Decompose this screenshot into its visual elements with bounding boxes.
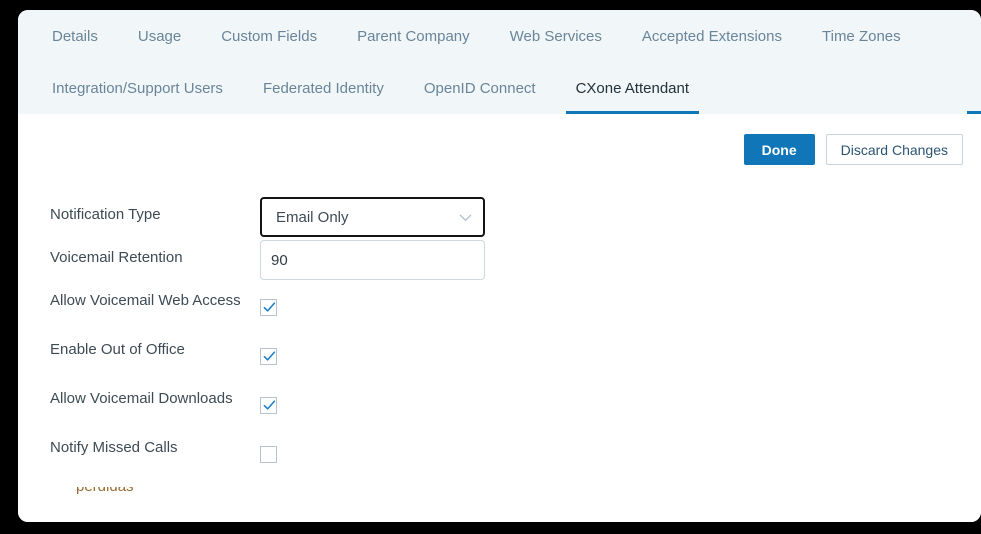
check-icon	[263, 400, 276, 410]
voicemail-retention-label: Voicemail Retention	[50, 249, 183, 266]
check-icon	[263, 351, 276, 361]
notification-type-select[interactable]: Email Only	[260, 197, 485, 237]
tab-row-secondary: Integration/Support Users Federated Iden…	[18, 62, 981, 114]
tab-label: Integration/Support Users	[52, 79, 223, 97]
tab-openid-connect[interactable]: OpenID Connect	[404, 62, 556, 114]
check-icon	[263, 302, 276, 312]
tab-row-primary: Details Usage Custom Fields Parent Compa…	[18, 10, 981, 62]
clipped-overflow-text: perdidas	[76, 487, 134, 498]
tab-parent-company[interactable]: Parent Company	[337, 10, 490, 62]
notify-missed-calls-label: Notify Missed Calls	[50, 439, 178, 456]
tab-label: Time Zones	[822, 27, 901, 45]
tab-label: Federated Identity	[262, 79, 384, 97]
tab-cxone-attendant[interactable]: CXone Attendant	[556, 62, 709, 114]
allow-voicemail-web-access-label: Allow Voicemail Web Access	[50, 292, 241, 309]
enable-out-of-office-control	[260, 348, 277, 365]
tab-label: Details	[52, 27, 98, 45]
tab-bar: Details Usage Custom Fields Parent Compa…	[18, 10, 981, 115]
allow-voicemail-web-access-checkbox[interactable]	[260, 299, 277, 316]
discard-changes-button[interactable]: Discard Changes	[825, 134, 963, 165]
notification-type-control: Email Only	[260, 197, 485, 237]
enable-out-of-office-checkbox[interactable]	[260, 348, 277, 365]
voicemail-retention-control: 90	[260, 240, 485, 280]
tab-details[interactable]: Details	[32, 10, 118, 62]
tab-label: Accepted Extensions	[641, 27, 782, 45]
tab-accepted-extensions[interactable]: Accepted Extensions	[622, 10, 802, 62]
action-bar: Done Discard Changes	[18, 114, 981, 176]
allow-voicemail-downloads-control	[260, 397, 277, 414]
allow-voicemail-web-access-control	[260, 299, 277, 316]
action-buttons: Done Discard Changes	[743, 134, 963, 165]
tab-time-zones[interactable]: Time Zones	[802, 10, 921, 62]
voicemail-retention-input[interactable]: 90	[260, 240, 485, 280]
tab-label: Usage	[137, 27, 182, 45]
enable-out-of-office-label: Enable Out of Office	[50, 341, 185, 358]
tab-federated-identity[interactable]: Federated Identity	[243, 62, 404, 114]
allow-voicemail-downloads-checkbox[interactable]	[260, 397, 277, 414]
tab-usage[interactable]: Usage	[118, 10, 201, 62]
allow-voicemail-downloads-label: Allow Voicemail Downloads	[50, 390, 233, 407]
notification-type-value: Email Only	[276, 208, 349, 226]
tab-web-services[interactable]: Web Services	[490, 10, 622, 62]
notify-missed-calls-control	[260, 446, 277, 463]
tab-label: Custom Fields	[221, 27, 318, 45]
chevron-down-icon	[459, 214, 472, 221]
tab-label: Parent Company	[357, 27, 470, 45]
tab-label: OpenID Connect	[423, 79, 536, 97]
form-body: Notification Type Email Only Voicemail R…	[18, 175, 981, 522]
tab-label: Web Services	[509, 27, 602, 45]
tab-custom-fields[interactable]: Custom Fields	[201, 10, 337, 62]
tab-label: CXone Attendant	[575, 79, 690, 97]
screen: Details Usage Custom Fields Parent Compa…	[0, 0, 981, 534]
notification-type-label: Notification Type	[50, 206, 161, 223]
tab-integration-support-users[interactable]: Integration/Support Users	[32, 62, 243, 114]
settings-card: Details Usage Custom Fields Parent Compa…	[18, 10, 981, 522]
done-button[interactable]: Done	[743, 134, 815, 165]
notify-missed-calls-checkbox[interactable]	[260, 446, 277, 463]
